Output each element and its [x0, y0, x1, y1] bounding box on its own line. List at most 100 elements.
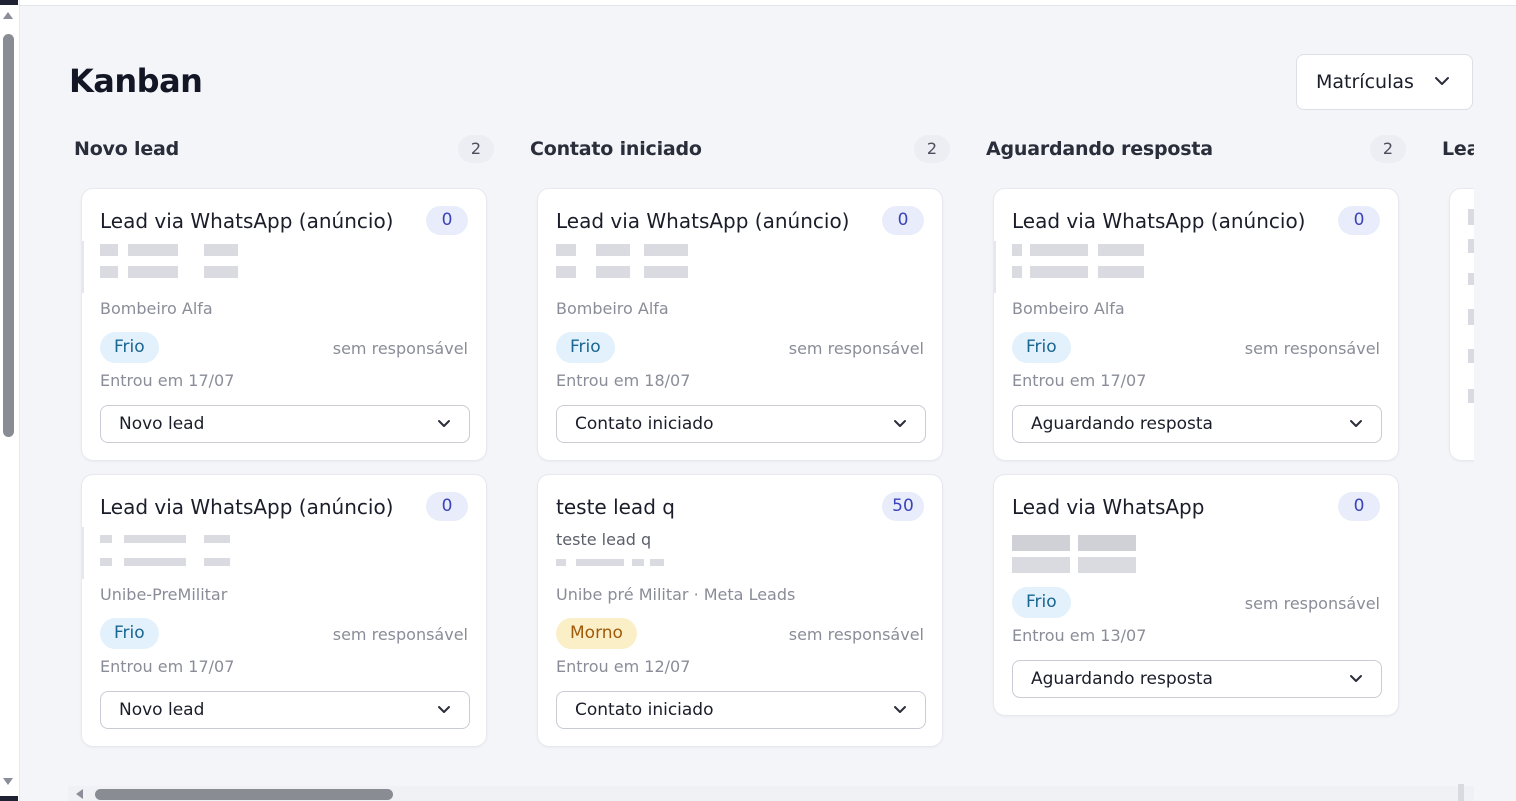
- lead-entered-date: Entrou em 17/07: [100, 371, 235, 390]
- chevron-down-icon: [1435, 77, 1449, 85]
- temperature-badge: Morno: [556, 618, 637, 649]
- lead-name: teste lead q: [556, 495, 675, 519]
- column-title: Lea: [1442, 138, 1474, 160]
- redacted-contact: [100, 558, 240, 570]
- stage-select-value: Contato iniciado: [575, 700, 714, 720]
- redacted-contact: [100, 535, 240, 547]
- lead-score-badge: 0: [426, 492, 468, 521]
- stage-select[interactable]: Contato iniciado: [556, 691, 926, 729]
- lead-card[interactable]: Lead via WhatsApp (anúncio) 0 Unibe-PreM…: [81, 474, 487, 747]
- redacted-divider: [82, 527, 84, 579]
- scroll-down-arrow-icon[interactable]: [3, 778, 13, 785]
- kanban-column: Contato iniciado 2 Lead via WhatsApp (an…: [524, 130, 952, 760]
- lead-card[interactable]: Lead via WhatsApp (anúncio) 0 Bombeiro A…: [537, 188, 943, 461]
- redacted-divider: [82, 241, 84, 293]
- lead-score-badge: 0: [426, 206, 468, 235]
- lead-card[interactable]: Lead via WhatsApp 0 Frio sem responsável…: [993, 474, 1399, 716]
- scrollbar-end: [1458, 784, 1464, 801]
- lead-owner: sem responsável: [788, 625, 924, 644]
- redacted-card-content: [1468, 209, 1474, 449]
- lead-card[interactable]: [1449, 188, 1474, 461]
- kanban-board: Novo lead 2 Lead via WhatsApp (anúncio) …: [68, 130, 1474, 760]
- lead-entered-date: Entrou em 13/07: [1012, 626, 1147, 645]
- chevron-down-icon: [1350, 420, 1362, 427]
- lead-score-badge: 0: [1338, 492, 1380, 521]
- kanban-column: Aguardando resposta 2 Lead via WhatsApp …: [980, 130, 1408, 760]
- redacted-contact: [556, 559, 696, 571]
- temperature-badge: Frio: [1012, 332, 1071, 363]
- column-header: Aguardando resposta 2: [986, 135, 1406, 163]
- column-header: Contato iniciado 2: [530, 135, 950, 163]
- pipeline-select-value: Matrículas: [1316, 71, 1414, 93]
- lead-source: Bombeiro Alfa: [556, 299, 669, 318]
- column-title: Contato iniciado: [530, 138, 702, 160]
- page-title: Kanban: [69, 62, 203, 100]
- lead-score-badge: 0: [1338, 206, 1380, 235]
- stage-select[interactable]: Aguardando resposta: [1012, 405, 1382, 443]
- scroll-left-arrow-icon[interactable]: [76, 789, 83, 799]
- scrollbar-thumb[interactable]: [3, 34, 14, 437]
- stage-select[interactable]: Novo lead: [100, 405, 470, 443]
- redacted-contact: [556, 244, 696, 256]
- stage-select-value: Novo lead: [119, 700, 205, 720]
- scroll-up-arrow-icon[interactable]: [3, 12, 13, 19]
- lead-owner: sem responsável: [1244, 594, 1380, 613]
- kanban-column: Novo lead 2 Lead via WhatsApp (anúncio) …: [68, 130, 496, 760]
- lead-entered-date: Entrou em 17/07: [100, 657, 235, 676]
- top-bar: [20, 0, 1516, 6]
- temperature-badge: Frio: [556, 332, 615, 363]
- chevron-down-icon: [894, 706, 906, 713]
- column-count-badge: 2: [914, 135, 950, 163]
- redacted-contact: [1012, 557, 1152, 573]
- lead-subtitle: teste lead q: [556, 530, 652, 549]
- lead-card[interactable]: Lead via WhatsApp (anúncio) 0 Bombeiro A…: [993, 188, 1399, 461]
- kanban-column: Lea: [1436, 130, 1474, 760]
- temperature-badge: Frio: [1012, 587, 1071, 618]
- lead-name: Lead via WhatsApp: [1012, 495, 1205, 519]
- lead-source: Unibe pré Militar · Meta Leads: [556, 585, 796, 604]
- lead-owner: sem responsável: [332, 625, 468, 644]
- lead-entered-date: Entrou em 12/07: [556, 657, 691, 676]
- redacted-contact: [100, 266, 240, 278]
- lead-name: Lead via WhatsApp (anúncio): [556, 209, 850, 233]
- stage-select-value: Aguardando resposta: [1031, 414, 1213, 434]
- scrollbar-thumb[interactable]: [95, 789, 393, 800]
- lead-source: Bombeiro Alfa: [1012, 299, 1125, 318]
- pipeline-select[interactable]: Matrículas: [1296, 54, 1473, 110]
- lead-name: Lead via WhatsApp (anúncio): [1012, 209, 1306, 233]
- chevron-down-icon: [438, 420, 450, 427]
- lead-source: Unibe-PreMilitar: [100, 585, 228, 604]
- column-count-badge: 2: [458, 135, 494, 163]
- lead-card[interactable]: teste lead q 50 teste lead q Unibe pré M…: [537, 474, 943, 747]
- lead-owner: sem responsável: [788, 339, 924, 358]
- chevron-down-icon: [1350, 675, 1362, 682]
- lead-owner: sem responsável: [1244, 339, 1380, 358]
- redacted-contact: [1012, 266, 1152, 278]
- lead-owner: sem responsável: [332, 339, 468, 358]
- column-header: Lea: [1442, 138, 1474, 160]
- lead-score-badge: 0: [882, 206, 924, 235]
- redacted-contact: [100, 244, 240, 256]
- redacted-divider: [994, 241, 996, 293]
- lead-name: Lead via WhatsApp (anúncio): [100, 495, 394, 519]
- column-title: Aguardando resposta: [986, 138, 1213, 160]
- stage-select[interactable]: Contato iniciado: [556, 405, 926, 443]
- lead-entered-date: Entrou em 17/07: [1012, 371, 1147, 390]
- lead-card[interactable]: Lead via WhatsApp (anúncio) 0 Bombeiro A…: [81, 188, 487, 461]
- vertical-scrollbar[interactable]: [0, 0, 20, 801]
- scrollbar-edge: [0, 0, 18, 5]
- temperature-badge: Frio: [100, 332, 159, 363]
- stage-select-value: Aguardando resposta: [1031, 669, 1213, 689]
- lead-name: Lead via WhatsApp (anúncio): [100, 209, 394, 233]
- temperature-badge: Frio: [100, 618, 159, 649]
- chevron-down-icon: [438, 706, 450, 713]
- lead-source: Bombeiro Alfa: [100, 299, 213, 318]
- stage-select[interactable]: Novo lead: [100, 691, 470, 729]
- scrollbar-edge: [0, 796, 18, 801]
- stage-select[interactable]: Aguardando resposta: [1012, 660, 1382, 698]
- column-count-badge: 2: [1370, 135, 1406, 163]
- redacted-contact: [556, 266, 696, 278]
- lead-score-badge: 50: [882, 492, 924, 521]
- stage-select-value: Novo lead: [119, 414, 205, 434]
- horizontal-scrollbar[interactable]: [68, 784, 1474, 801]
